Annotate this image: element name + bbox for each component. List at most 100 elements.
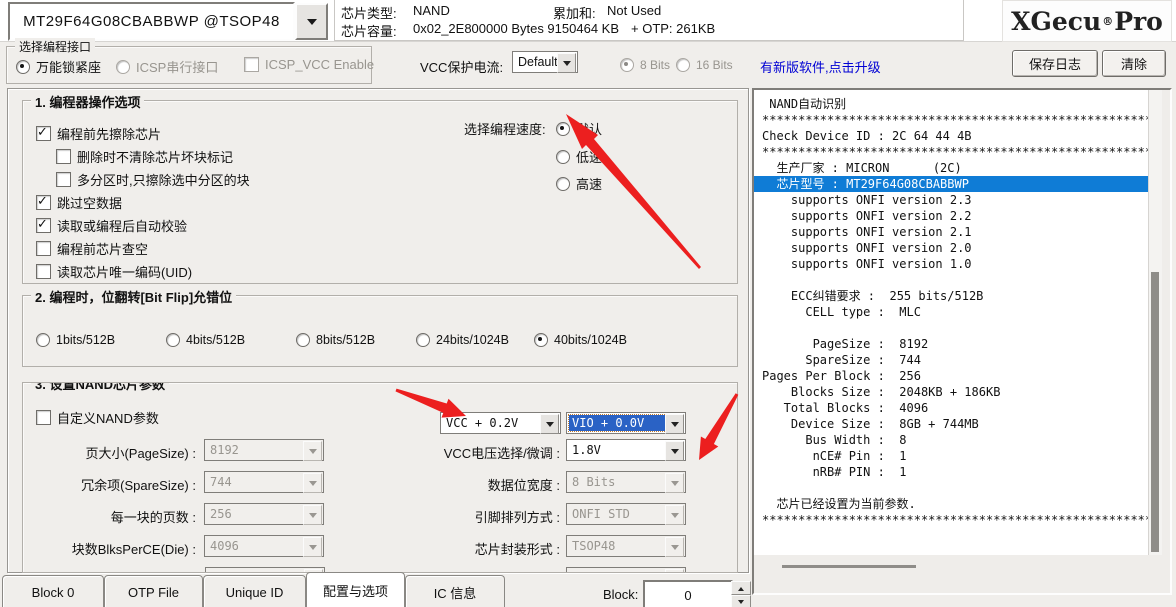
- scrollbar-thumb[interactable]: [1151, 272, 1159, 552]
- capacity-label: 芯片容量:: [341, 21, 397, 40]
- pin-layout-combo[interactable]: ONFI STD: [566, 503, 686, 525]
- vio-offset-combo[interactable]: VIO + 0.0V: [566, 412, 686, 434]
- chevron-down-icon[interactable]: [665, 473, 684, 493]
- checkbox-custom-nand-params[interactable]: 自定义NAND参数: [36, 408, 159, 427]
- pages-per-block-combo[interactable]: 256: [204, 503, 324, 525]
- chevron-down-icon[interactable]: [303, 505, 322, 525]
- pagesize-label: 页大小(PageSize) :: [28, 443, 196, 462]
- save-log-button[interactable]: 保存日志: [1012, 50, 1098, 77]
- chevron-down-icon[interactable]: [665, 537, 684, 557]
- log-line: CELL type : MLC: [762, 304, 1148, 320]
- radio-bitflip-1bits[interactable]: 1bits/512B: [36, 333, 115, 347]
- block-number-value: 0: [684, 588, 691, 603]
- block-spin-down-button[interactable]: [731, 595, 751, 607]
- radio-bitflip-40bits[interactable]: 40bits/1024B: [534, 333, 627, 347]
- clipped-combo-right[interactable]: [566, 567, 686, 573]
- log-line: Total Blocks : 4096: [762, 400, 1148, 416]
- log-line: NAND自动识别: [762, 96, 1148, 112]
- radio-label: 4bits/512B: [186, 333, 245, 347]
- radio-universal-socket[interactable]: 万能锁紧座: [16, 57, 101, 76]
- radio-icon: [620, 58, 634, 72]
- pagesize-combo[interactable]: 8192: [204, 439, 324, 461]
- log-line: Blocks Size : 2048KB + 186KB: [762, 384, 1148, 400]
- chevron-down-icon[interactable]: [540, 414, 559, 434]
- radio-speed-high[interactable]: 高速: [556, 174, 602, 193]
- chevron-down-icon[interactable]: [665, 441, 684, 461]
- radio-8bits[interactable]: 8 Bits: [620, 58, 670, 72]
- checkbox-label: 自定义NAND参数: [57, 408, 159, 427]
- radio-icon: [416, 333, 430, 347]
- checkbox-erase-selected-partition[interactable]: 多分区时,只擦除选中分区的块: [56, 170, 250, 189]
- xgecu-logo: XGecu®Pro: [1002, 0, 1172, 42]
- combo-value: Default: [518, 55, 558, 69]
- checkbox-label: 跳过空数据: [57, 193, 122, 212]
- tab-ic-info[interactable]: IC 信息: [405, 575, 505, 607]
- combo-value: 1.8V: [572, 443, 601, 457]
- log-vertical-scrollbar[interactable]: [1148, 90, 1162, 555]
- radio-icon: [556, 177, 570, 191]
- radio-bitflip-4bits[interactable]: 4bits/512B: [166, 333, 245, 347]
- update-link[interactable]: 有新版软件,点击升级: [760, 57, 881, 76]
- data-bus-width-combo[interactable]: 8 Bits: [566, 471, 686, 493]
- checkbox-icon: [36, 195, 51, 210]
- sparesize-combo[interactable]: 744: [204, 471, 324, 493]
- clear-button[interactable]: 清除: [1102, 50, 1166, 77]
- block-number-input[interactable]: 0: [643, 580, 733, 607]
- chevron-down-icon[interactable]: [665, 414, 684, 434]
- checkbox-erase-before-program[interactable]: 编程前先擦除芯片: [36, 124, 161, 143]
- block-spin-up-button[interactable]: [731, 581, 751, 595]
- combo-value: 256: [210, 507, 232, 521]
- scrollbar-thumb[interactable]: [782, 565, 916, 568]
- vcc-voltage-combo[interactable]: 1.8V: [566, 439, 686, 461]
- radio-speed-low[interactable]: 低速: [556, 147, 602, 166]
- radio-bitflip-8bits[interactable]: 8bits/512B: [296, 333, 375, 347]
- chevron-down-icon[interactable]: [303, 537, 322, 557]
- radio-label: 1bits/512B: [56, 333, 115, 347]
- radio-speed-default[interactable]: 默认: [556, 119, 602, 138]
- log-line: ECC纠错要求 : 255 bits/512B: [762, 288, 1148, 304]
- tab-block0[interactable]: Block 0: [2, 575, 104, 607]
- tab-config-options[interactable]: 配置与选项: [306, 572, 405, 607]
- log-text-area: NAND自动识别 *******************************…: [754, 90, 1148, 555]
- checkbox-blank-check[interactable]: 编程前芯片查空: [36, 239, 148, 258]
- chip-select-combo[interactable]: MT29F64G08CBABBWP @TSOP48: [8, 2, 295, 41]
- checkbox-read-uid[interactable]: 读取芯片唯一编码(UID): [36, 262, 192, 281]
- chevron-down-icon[interactable]: [303, 441, 322, 461]
- log-line: nRB# PIN : 1: [762, 464, 1148, 480]
- radio-bitflip-24bits[interactable]: 24bits/1024B: [416, 333, 509, 347]
- log-horizontal-scrollbar[interactable]: [754, 555, 1148, 593]
- radio-icon: [36, 333, 50, 347]
- combo-value: VCC + 0.2V: [446, 416, 518, 430]
- tab-otp-file[interactable]: OTP File: [104, 575, 203, 607]
- checkbox-icsp-vcc-enable[interactable]: ICSP_VCC Enable: [244, 57, 374, 72]
- section2-groupbox: 2. 编程时，位翻转[Bit Flip]允错位: [22, 295, 738, 367]
- radio-16bits[interactable]: 16 Bits: [676, 58, 733, 72]
- radio-icsp-serial[interactable]: ICSP串行接口: [116, 57, 218, 76]
- checkbox-icon: [36, 218, 51, 233]
- radio-icon: [556, 150, 570, 164]
- vcc-offset-combo[interactable]: VCC + 0.2V: [440, 412, 561, 434]
- chevron-down-icon: [665, 569, 684, 573]
- chevron-down-icon: [738, 600, 744, 607]
- checkbox-icon: [244, 57, 259, 72]
- chip-select-dropdown-button[interactable]: [295, 3, 328, 40]
- checkbox-label: 读取芯片唯一编码(UID): [57, 262, 192, 281]
- log-line: [762, 272, 1148, 288]
- chevron-down-icon[interactable]: [665, 505, 684, 525]
- tab-label: Block 0: [32, 585, 75, 600]
- vcc-protect-current-combo[interactable]: Default: [512, 51, 578, 73]
- checkbox-label: 编程前先擦除芯片: [57, 124, 161, 143]
- blocks-per-ce-combo[interactable]: 4096: [204, 535, 324, 557]
- checkbox-skip-blank-data[interactable]: 跳过空数据: [36, 193, 122, 212]
- chevron-down-icon[interactable]: [557, 53, 576, 73]
- chevron-down-icon[interactable]: [303, 473, 322, 493]
- tab-unique-id[interactable]: Unique ID: [203, 575, 306, 607]
- checkbox-label: 删除时不清除芯片坏块标记: [77, 147, 233, 166]
- log-line: [762, 320, 1148, 336]
- checkbox-auto-verify[interactable]: 读取或编程后自动校验: [36, 216, 187, 235]
- checkbox-keep-badblock-marks[interactable]: 删除时不清除芯片坏块标记: [56, 147, 233, 166]
- log-line: supports ONFI version 2.2: [762, 208, 1148, 224]
- package-combo[interactable]: TSOP48: [566, 535, 686, 557]
- tab-label: OTP File: [128, 585, 179, 600]
- logo-text: XGecu: [1011, 7, 1101, 36]
